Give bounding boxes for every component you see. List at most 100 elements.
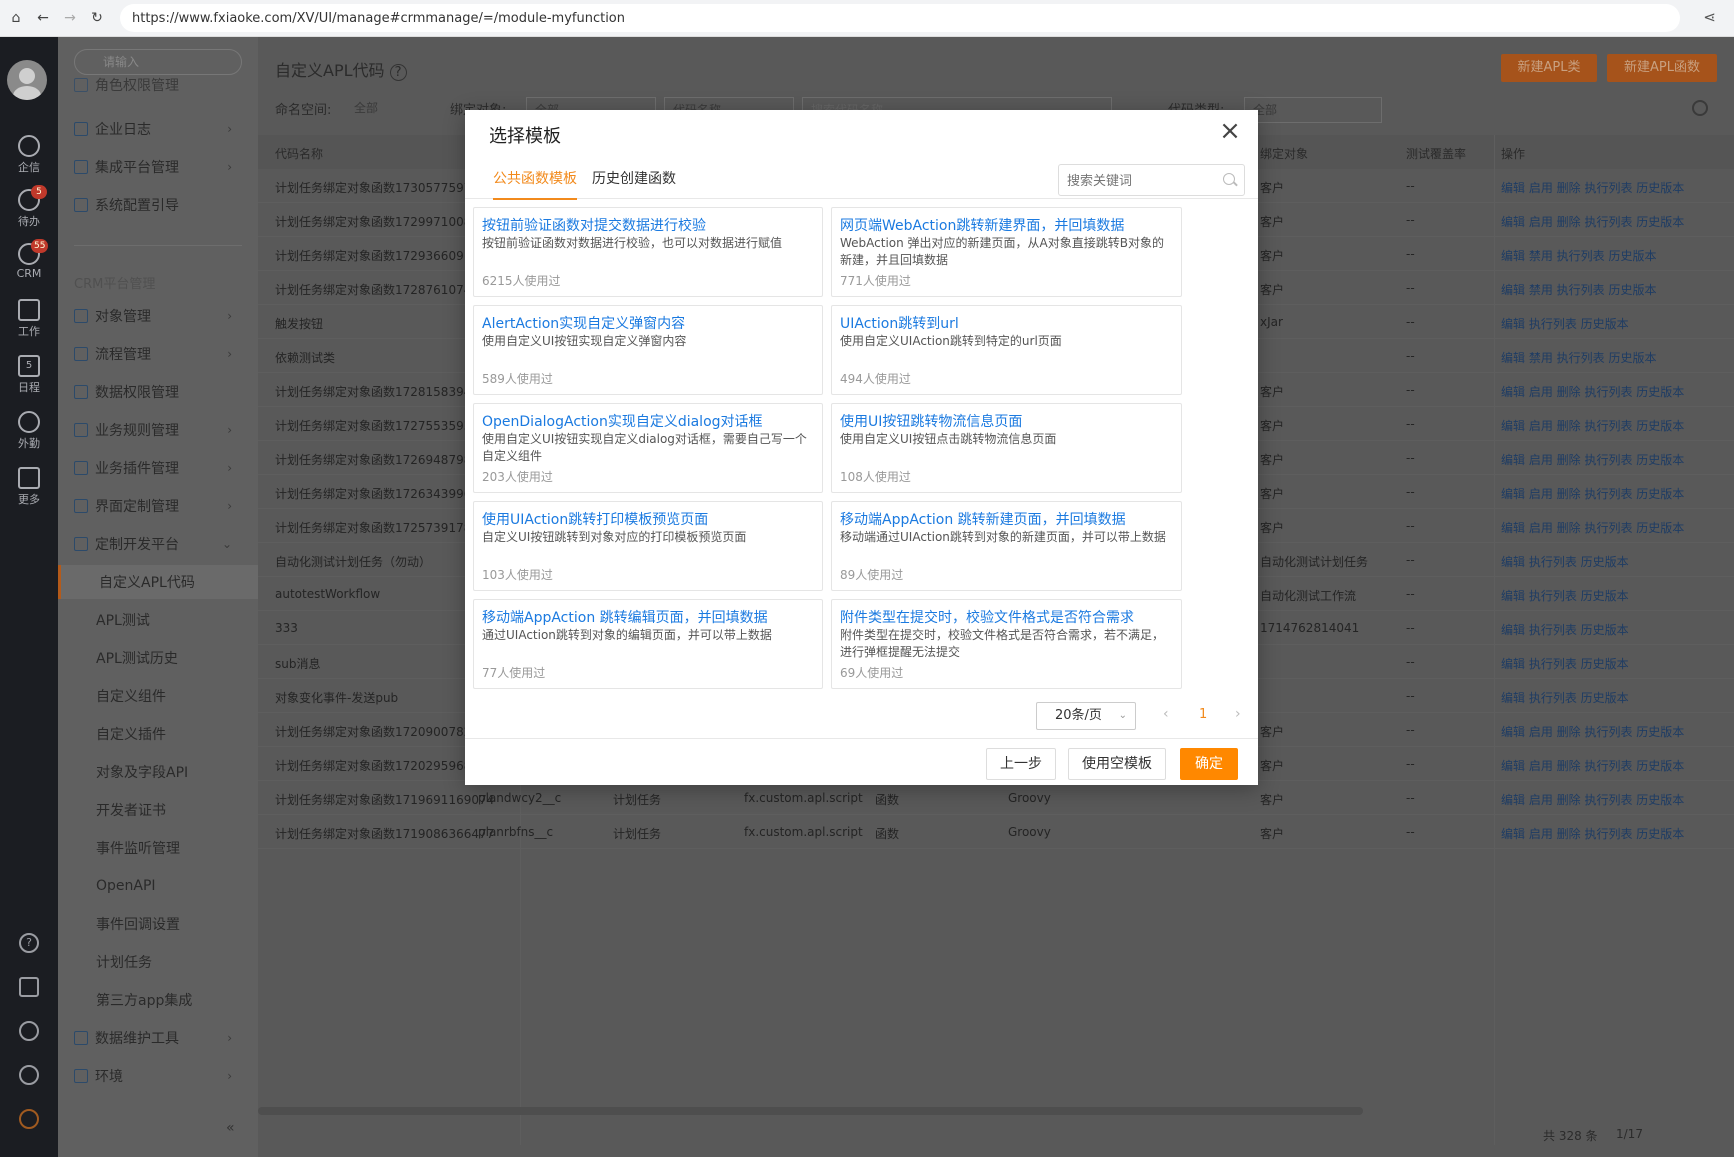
rail-item-qixin[interactable]: 企信 (0, 135, 58, 175)
row-actions[interactable]: 编辑 禁用 执行列表 历史版本 (1501, 281, 1656, 298)
current-page[interactable]: 1 (1199, 707, 1207, 722)
prev-page-button[interactable]: ‹ (1163, 706, 1169, 722)
template-card[interactable]: OpenDialogAction实现自定义dialog对话框 使用自定义UI按钮实… (473, 403, 823, 493)
page-indicator[interactable]: 1/17 (1616, 1127, 1643, 1141)
row-actions[interactable]: 编辑 启用 删除 执行列表 历史版本 (1501, 791, 1684, 808)
sidebar-sub-apltesthistory[interactable]: APL测试历史 (58, 641, 258, 675)
cell-c2: plandwcy2__c (478, 791, 562, 805)
user-settings-button[interactable] (0, 1065, 58, 1085)
row-actions[interactable]: 编辑 禁用 执行列表 历史版本 (1501, 349, 1656, 366)
row-actions[interactable]: 编辑 执行列表 历史版本 (1501, 587, 1629, 604)
row-actions[interactable]: 编辑 启用 删除 执行列表 历史版本 (1501, 825, 1684, 842)
forward-icon[interactable]: → (59, 7, 81, 29)
rail-item-field[interactable]: 外勤 (0, 411, 58, 451)
sidebar-item-plugins[interactable]: 业务插件管理 › (58, 451, 258, 485)
template-card[interactable]: 按钮前验证函数对提交数据进行校验 按钮前验证函数对数据进行校验，也可以对数据进行赋… (473, 207, 823, 297)
back-icon[interactable]: ← (32, 7, 54, 29)
template-card[interactable]: 附件类型在提交时，校验文件格式是否符合需求 附件类型在提交时，校验文件格式是否符合… (831, 599, 1182, 689)
confirm-button[interactable]: 确定 (1180, 748, 1238, 780)
next-page-button[interactable]: › (1235, 706, 1241, 722)
table-row[interactable]: 计划任务绑定对象函数1719086366477 planrbfns__c 计划任务 f… (258, 815, 1734, 849)
sidebar-collapse-button[interactable]: « (226, 1120, 235, 1136)
rail-item-schedule[interactable]: 5 日程 (0, 355, 58, 395)
sidebar-sub-plugin[interactable]: 自定义插件 (58, 717, 258, 751)
home-icon[interactable]: ⌂ (5, 7, 27, 29)
sidebar-item-flow[interactable]: 流程管理 › (58, 337, 258, 371)
row-actions[interactable]: 编辑 禁用 执行列表 历史版本 (1501, 247, 1656, 264)
sidebar-item-integration[interactable]: 集成平台管理 › (58, 150, 258, 184)
settings-button[interactable] (0, 1109, 58, 1129)
help-button[interactable]: ? (0, 933, 58, 953)
url-bar[interactable]: https://www.fxiaoke.com/XV/UI/manage#crm… (120, 4, 1680, 32)
sidebar-sub-schedule[interactable]: 计划任务 (58, 945, 258, 979)
sidebar-item-permission[interactable]: 数据权限管理 (58, 375, 258, 409)
notes-button[interactable] (0, 977, 58, 997)
sidebar-sub-thirdparty[interactable]: 第三方app集成 (58, 983, 258, 1017)
use-blank-template-button[interactable]: 使用空模板 (1068, 748, 1166, 780)
template-card[interactable]: 移动端AppAction 跳转新建页面，并回填数据 移动端通过UIAction跳转… (831, 501, 1182, 591)
row-actions[interactable]: 编辑 启用 删除 执行列表 历史版本 (1501, 383, 1684, 400)
sidebar-sub-apltest[interactable]: APL测试 (58, 603, 258, 637)
row-actions[interactable]: 编辑 启用 删除 执行列表 历史版本 (1501, 723, 1684, 740)
environment-icon (74, 1069, 88, 1083)
row-actions[interactable]: 编辑 启用 删除 执行列表 历史版本 (1501, 451, 1684, 468)
row-actions[interactable]: 编辑 执行列表 历史版本 (1501, 655, 1629, 672)
rail-item-crm[interactable]: 55 CRM (0, 239, 58, 280)
avatar[interactable] (7, 60, 47, 100)
row-actions[interactable]: 编辑 启用 删除 执行列表 历史版本 (1501, 519, 1684, 536)
namespace-select[interactable]: 全部 (354, 99, 378, 116)
new-apl-function-button[interactable]: 新建APL函数 (1607, 54, 1717, 82)
sidebar-sub-openapi[interactable]: OpenAPI (58, 869, 258, 903)
sidebar-item-layout[interactable]: 界面定制管理 › (58, 489, 258, 523)
sidebar-sub-component[interactable]: 自定义组件 (58, 679, 258, 713)
sidebar-sub-cert[interactable]: 开发者证书 (58, 793, 258, 827)
sidebar-search-input[interactable]: 请输入 (74, 49, 242, 75)
share-icon[interactable]: ⋖ (1703, 8, 1716, 26)
row-actions[interactable]: 编辑 执行列表 历史版本 (1501, 553, 1629, 570)
rail-item-work[interactable]: 工作 (0, 299, 58, 339)
tab-public-templates[interactable]: 公共函数模板 (493, 168, 577, 200)
sidebar-item-log[interactable]: 企业日志 › (58, 112, 258, 146)
sidebar-sub-callback[interactable]: 事件回调设置 (58, 907, 258, 941)
sidebar-item-env[interactable]: 环境 › (58, 1059, 258, 1093)
row-actions[interactable]: 编辑 启用 删除 执行列表 历史版本 (1501, 485, 1684, 502)
rail-item-todo[interactable]: 5 待办 (0, 185, 58, 229)
sidebar-item-rules[interactable]: 业务规则管理 › (58, 413, 258, 447)
code-type-select[interactable]: 全部 (1244, 97, 1382, 123)
history-button[interactable] (0, 1021, 58, 1041)
template-card[interactable]: UIAction跳转到url 使用自定义UIAction跳转到特定的url页面 49… (831, 305, 1182, 395)
tab-history-functions[interactable]: 历史创建函数 (592, 168, 676, 198)
rail-item-more[interactable]: 更多 (0, 467, 58, 507)
sidebar-sub-apl[interactable]: 自定义APL代码 (58, 565, 258, 599)
row-actions[interactable]: 编辑 执行列表 历史版本 (1501, 315, 1629, 332)
sidebar-item-datatools[interactable]: 数据维护工具 › (58, 1021, 258, 1055)
sidebar-item-devplatform[interactable]: 定制开发平台 ⌄ (58, 527, 258, 561)
sidebar-sub-listener[interactable]: 事件监听管理 (58, 831, 258, 865)
sidebar-item-role[interactable]: 角色权限管理 (58, 75, 258, 95)
template-card[interactable]: 网页端WebAction跳转新建界面，并回填数据 WebAction 弹出对应的新… (831, 207, 1182, 297)
help-circle-icon[interactable]: ? (389, 64, 407, 81)
close-icon[interactable]: × (1216, 118, 1244, 146)
sidebar-item-guide[interactable]: 系统配置引导 (58, 188, 258, 222)
row-actions[interactable]: 编辑 启用 删除 执行列表 历史版本 (1501, 179, 1684, 196)
cell-name: sub消息 (275, 657, 321, 671)
row-actions[interactable]: 编辑 启用 删除 执行列表 历史版本 (1501, 213, 1684, 230)
template-card[interactable]: 使用UI按钮跳转物流信息页面 使用自定义UI按钮点击跳转物流信息页面 108人使用过 (831, 403, 1182, 493)
template-card[interactable]: 使用UIAction跳转打印模板预览页面 自定义UI按钮跳转到对象对应的打印模板预… (473, 501, 823, 591)
row-actions[interactable]: 编辑 启用 删除 执行列表 历史版本 (1501, 417, 1684, 434)
row-actions[interactable]: 编辑 启用 删除 执行列表 历史版本 (1501, 757, 1684, 774)
table-row[interactable]: 计划任务绑定对象函数1719691169074 plandwcy2__c 计划任务 f… (258, 781, 1734, 815)
prev-step-button[interactable]: 上一步 (986, 748, 1056, 780)
new-apl-class-button[interactable]: 新建APL类 (1501, 54, 1597, 82)
row-actions[interactable]: 编辑 执行列表 历史版本 (1501, 689, 1629, 706)
sidebar-item-object[interactable]: 对象管理 › (58, 299, 258, 333)
template-card[interactable]: AlertAction实现自定义弹窗内容 使用自定义UI按钮实现自定义弹窗内容 58… (473, 305, 823, 395)
horizontal-scrollbar[interactable] (258, 1107, 1363, 1115)
sidebar-sub-fieldapi[interactable]: 对象及字段API (58, 755, 258, 789)
row-actions[interactable]: 编辑 执行列表 历史版本 (1501, 621, 1629, 638)
template-search-input[interactable] (1058, 164, 1245, 196)
page-size-select[interactable]: 20条/页 ⌄ (1036, 702, 1136, 730)
settings-gear-icon[interactable] (1692, 100, 1708, 116)
template-card[interactable]: 移动端AppAction 跳转编辑页面，并回填数据 通过UIAction跳转到对象… (473, 599, 823, 689)
reload-icon[interactable]: ↻ (86, 7, 108, 29)
